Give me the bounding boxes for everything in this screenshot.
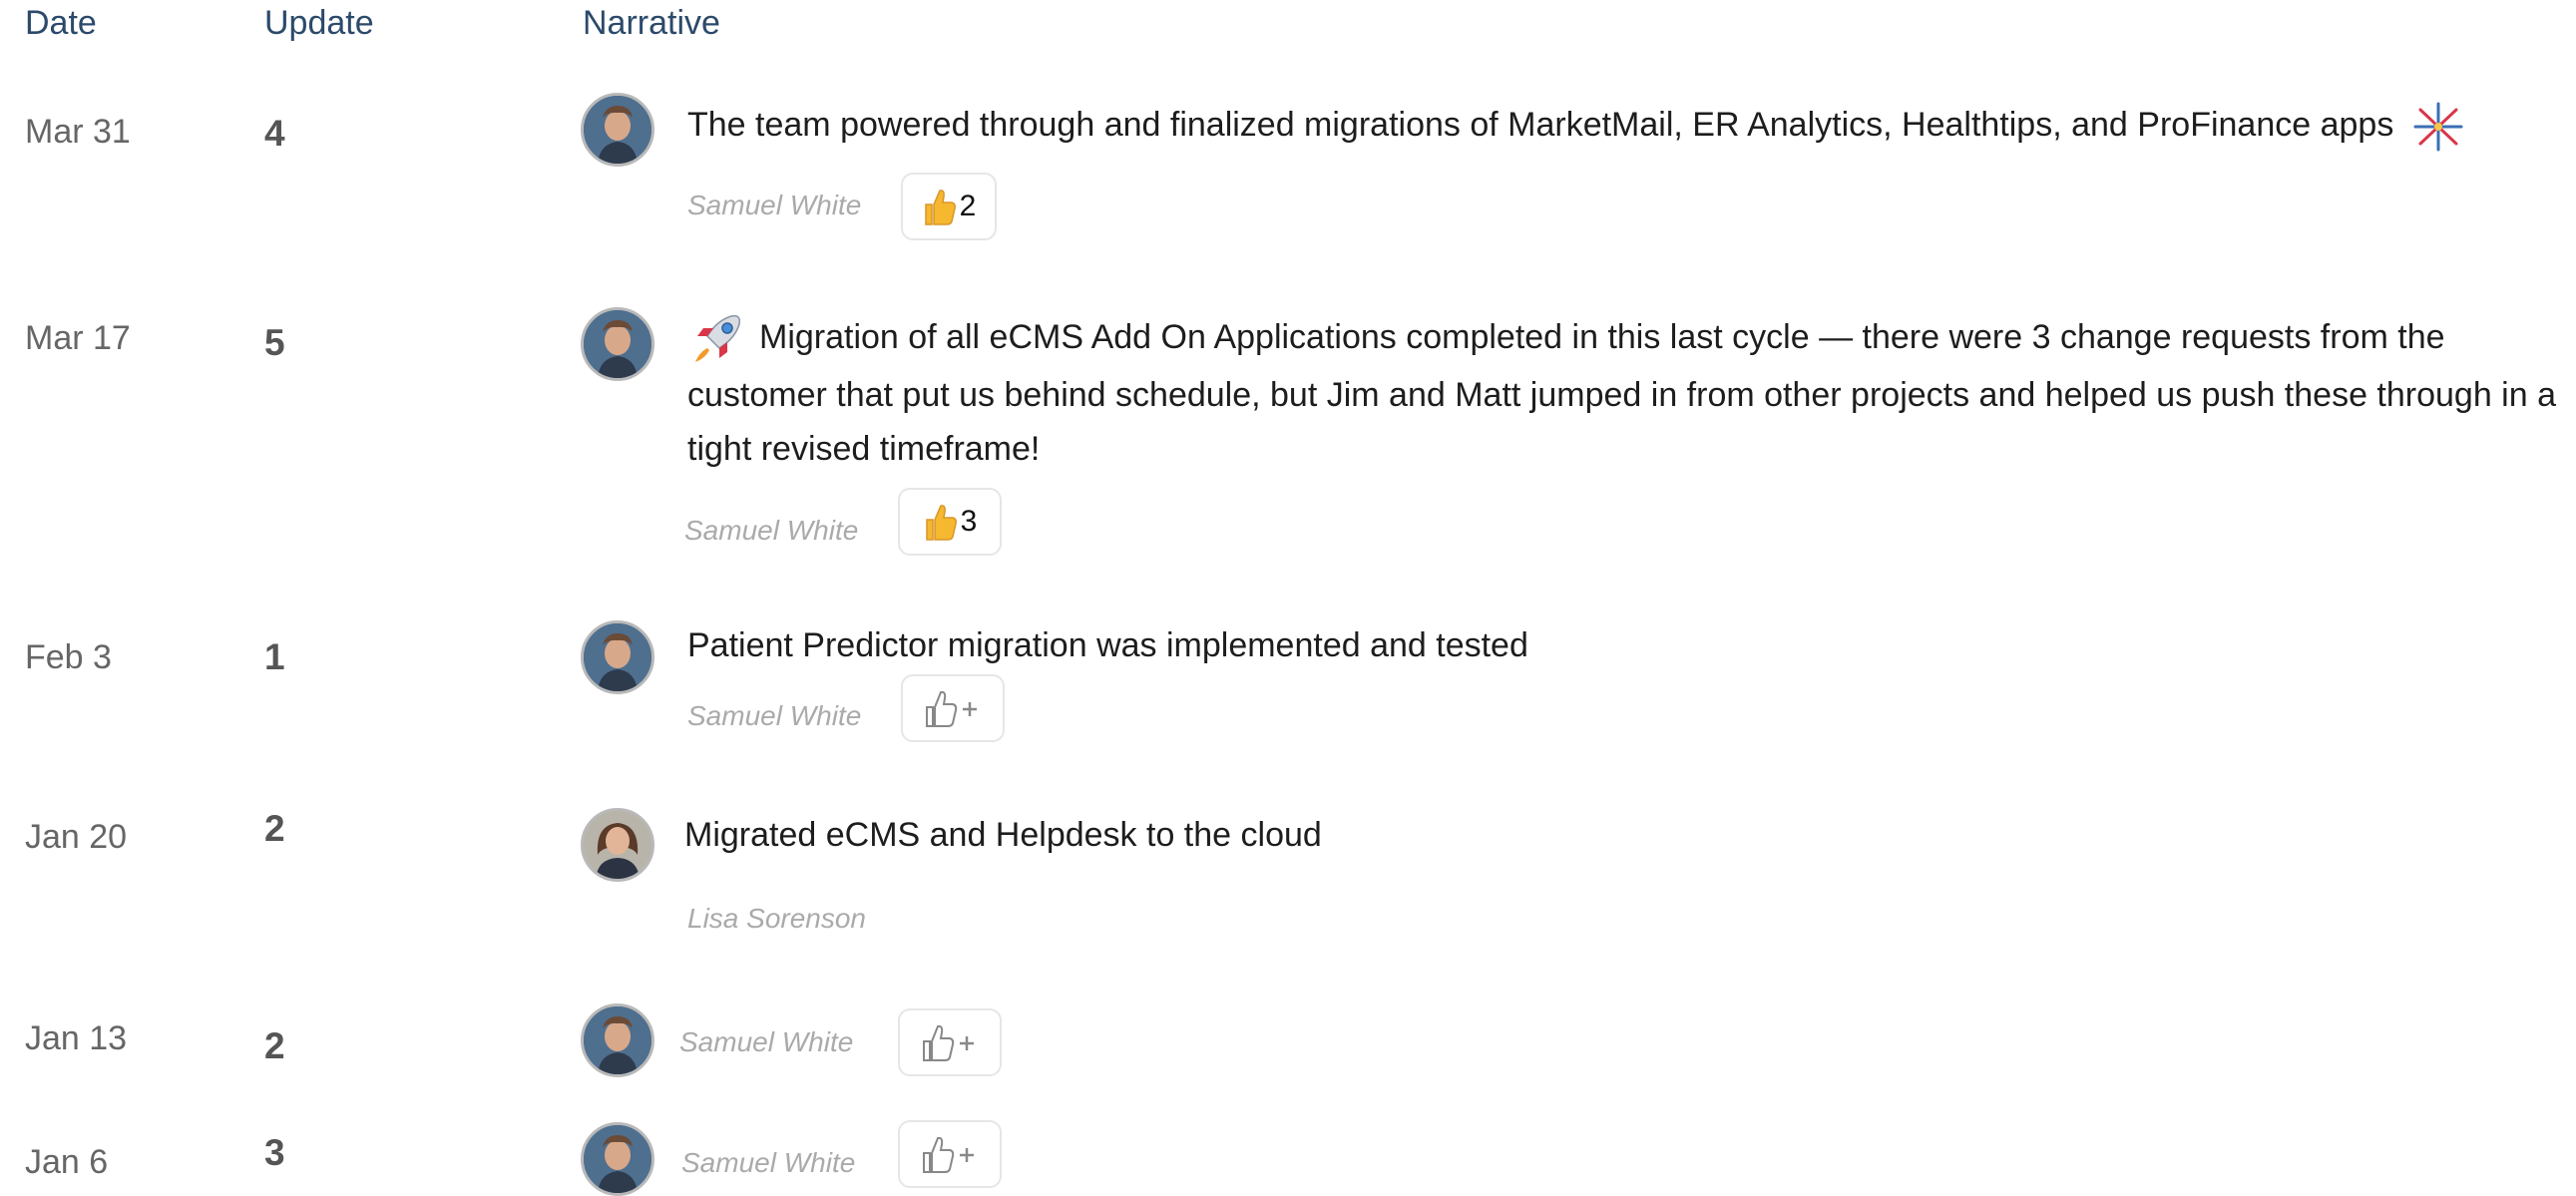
row-update-number: 4: [264, 113, 285, 154]
narrative-text: The team powered through and finalized m…: [687, 98, 2562, 156]
update-column-header[interactable]: Update: [264, 4, 374, 43]
row-update-number: 1: [264, 636, 285, 677]
thumbs-up-plus-icon: [923, 1024, 974, 1061]
narrative-text: Migrated eCMS and Helpdesk to the cloud: [684, 816, 1322, 854]
thumbs-up-plus-icon: [926, 690, 977, 727]
fireworks-icon: [2409, 98, 2467, 156]
narrative-column-header[interactable]: Narrative: [583, 4, 720, 43]
add-reaction-button[interactable]: [898, 1008, 1002, 1076]
author-name: Samuel White: [687, 700, 862, 731]
add-reaction-button[interactable]: [901, 674, 1005, 742]
avatar[interactable]: [581, 93, 654, 167]
author-name: Samuel White: [684, 515, 859, 546]
row-date: Mar 17: [25, 319, 131, 357]
author-name: Samuel White: [681, 1147, 856, 1178]
thumbs-up-plus-icon: [923, 1136, 974, 1173]
author-name: Samuel White: [679, 1026, 854, 1057]
row-date: Jan 13: [25, 1019, 128, 1057]
row-update-number: 3: [264, 1132, 285, 1173]
avatar[interactable]: [581, 620, 654, 694]
add-reaction-button[interactable]: [898, 1120, 1002, 1188]
avatar[interactable]: [581, 808, 654, 882]
row-date: Mar 31: [25, 113, 131, 151]
author-name: Lisa Sorenson: [687, 903, 867, 934]
reaction-count: 2: [959, 190, 977, 222]
row-date: Feb 3: [25, 638, 112, 676]
reaction-button[interactable]: 3: [898, 488, 1002, 556]
avatar[interactable]: [581, 307, 654, 381]
avatar[interactable]: [581, 1003, 654, 1077]
reaction-count: 3: [960, 505, 978, 538]
thumbs-up-icon: [925, 505, 957, 541]
row-update-number: 2: [264, 1025, 285, 1066]
narrative-text: Patient Predictor migration was implemen…: [687, 626, 1528, 664]
row-update-number: 2: [264, 808, 285, 849]
row-date: Jan 6: [25, 1143, 109, 1181]
date-column-header[interactable]: Date: [25, 4, 97, 43]
row-date: Jan 20: [25, 818, 128, 856]
reaction-button[interactable]: 2: [901, 173, 997, 240]
narrative-text: Migration of all eCMS Add On Application…: [687, 310, 2562, 476]
author-name: Samuel White: [687, 190, 862, 220]
rocket-icon: [687, 310, 745, 368]
thumbs-up-icon: [924, 190, 956, 225]
avatar[interactable]: [581, 1122, 654, 1196]
row-update-number: 5: [264, 322, 285, 363]
